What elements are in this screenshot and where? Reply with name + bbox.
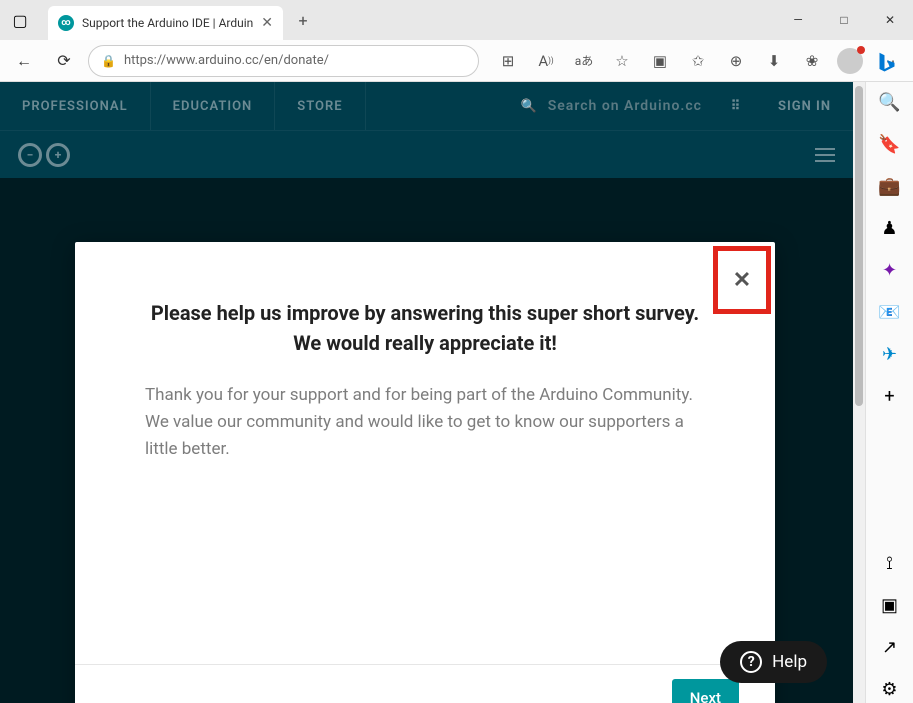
search-placeholder: Search on Arduino.cc	[548, 98, 702, 114]
sidebar-send-icon[interactable]: ✈	[876, 340, 904, 368]
tab-close-icon[interactable]: ✕	[261, 15, 273, 31]
sidebar-split-icon[interactable]: ▣	[876, 591, 904, 619]
downloads-icon[interactable]: ⬇	[757, 45, 791, 77]
bing-sidebar-toggle[interactable]	[869, 46, 905, 82]
performance-icon[interactable]: ❀	[795, 45, 829, 77]
hamburger-menu[interactable]	[815, 148, 835, 162]
read-aloud-icon[interactable]: A))	[529, 45, 563, 77]
favorite-icon[interactable]: ☆	[605, 45, 639, 77]
translate-icon[interactable]: aあ	[567, 45, 601, 77]
vertical-scrollbar[interactable]	[853, 82, 865, 703]
logo-bar: − +	[0, 130, 853, 178]
nav-education[interactable]: EDUCATION	[151, 82, 276, 130]
new-tab-button[interactable]: +	[289, 6, 317, 34]
minimize-button[interactable]: —	[775, 0, 821, 40]
close-icon: ✕	[733, 268, 751, 293]
tab-overview-button[interactable]: ▢	[8, 8, 32, 32]
modal-title: Please help us improve by answering this…	[145, 298, 705, 358]
url-text: https://www.arduino.cc/en/donate/	[124, 53, 466, 68]
arduino-favicon: ∞	[58, 15, 74, 31]
browser-toolbar: ← ⟳ 🔒 https://www.arduino.cc/en/donate/ …	[0, 40, 913, 82]
search-icon: 🔍	[521, 99, 538, 114]
modal-close-button[interactable]: ✕	[713, 246, 771, 314]
sidebar-tools-icon[interactable]: 💼	[876, 172, 904, 200]
sidebar-games-icon[interactable]: ♟	[876, 214, 904, 242]
next-button[interactable]: Next	[672, 679, 739, 703]
site-topnav: PROFESSIONAL EDUCATION STORE 🔍 Search on…	[0, 82, 853, 130]
favorites-list-icon[interactable]: ✩	[681, 45, 715, 77]
sidebar-shopping-icon[interactable]: 🔖	[876, 130, 904, 158]
sidebar-add-icon[interactable]: +	[876, 382, 904, 410]
split-screen-icon[interactable]: ▣	[643, 45, 677, 77]
close-window-button[interactable]: ✕	[867, 0, 913, 40]
sidebar-share-icon[interactable]: ↗	[876, 633, 904, 661]
sidebar-snip-icon[interactable]: ⟟	[876, 549, 904, 577]
back-button[interactable]: ←	[8, 45, 40, 77]
sidebar-outlook-icon[interactable]: 📧	[876, 298, 904, 326]
collections-icon[interactable]: ⊕	[719, 45, 753, 77]
help-widget[interactable]: ? Help	[720, 641, 827, 683]
edge-sidebar: 🔍 🔖 💼 ♟ ✦ 📧 ✈ + ⟟ ▣ ↗ ⚙	[865, 82, 913, 703]
maximize-button[interactable]: □	[821, 0, 867, 40]
page-content: PROFESSIONAL EDUCATION STORE 🔍 Search on…	[0, 82, 853, 703]
window-controls: — □ ✕	[775, 0, 913, 40]
survey-modal: ✕ Please help us improve by answering th…	[75, 242, 775, 703]
nav-professional[interactable]: PROFESSIONAL	[0, 82, 151, 130]
sidebar-settings-icon[interactable]: ⚙	[876, 675, 904, 703]
lock-icon: 🔒	[101, 54, 116, 68]
titlebar: ▢ ∞ Support the Arduino IDE | Arduin ✕ +…	[0, 0, 913, 40]
sidebar-office-icon[interactable]: ✦	[876, 256, 904, 284]
profile-avatar[interactable]	[833, 45, 867, 77]
modal-text: Thank you for your support and for being…	[145, 382, 705, 464]
sidebar-search-icon[interactable]: 🔍	[876, 88, 904, 116]
scrollbar-thumb[interactable]	[855, 86, 863, 406]
help-label: Help	[772, 652, 807, 672]
apps-icon[interactable]: ⊞	[491, 45, 525, 77]
nav-store[interactable]: STORE	[275, 82, 365, 130]
help-icon: ?	[740, 651, 762, 673]
apps-grid-icon[interactable]: ⠿	[716, 99, 756, 114]
tab-title: Support the Arduino IDE | Arduin	[82, 16, 253, 30]
signin-link[interactable]: SIGN IN	[756, 99, 853, 114]
browser-tab[interactable]: ∞ Support the Arduino IDE | Arduin ✕	[48, 6, 283, 40]
refresh-button[interactable]: ⟳	[48, 45, 80, 77]
site-search[interactable]: 🔍 Search on Arduino.cc	[507, 98, 716, 114]
address-bar[interactable]: 🔒 https://www.arduino.cc/en/donate/	[88, 45, 479, 77]
arduino-logo[interactable]: − +	[18, 143, 70, 167]
